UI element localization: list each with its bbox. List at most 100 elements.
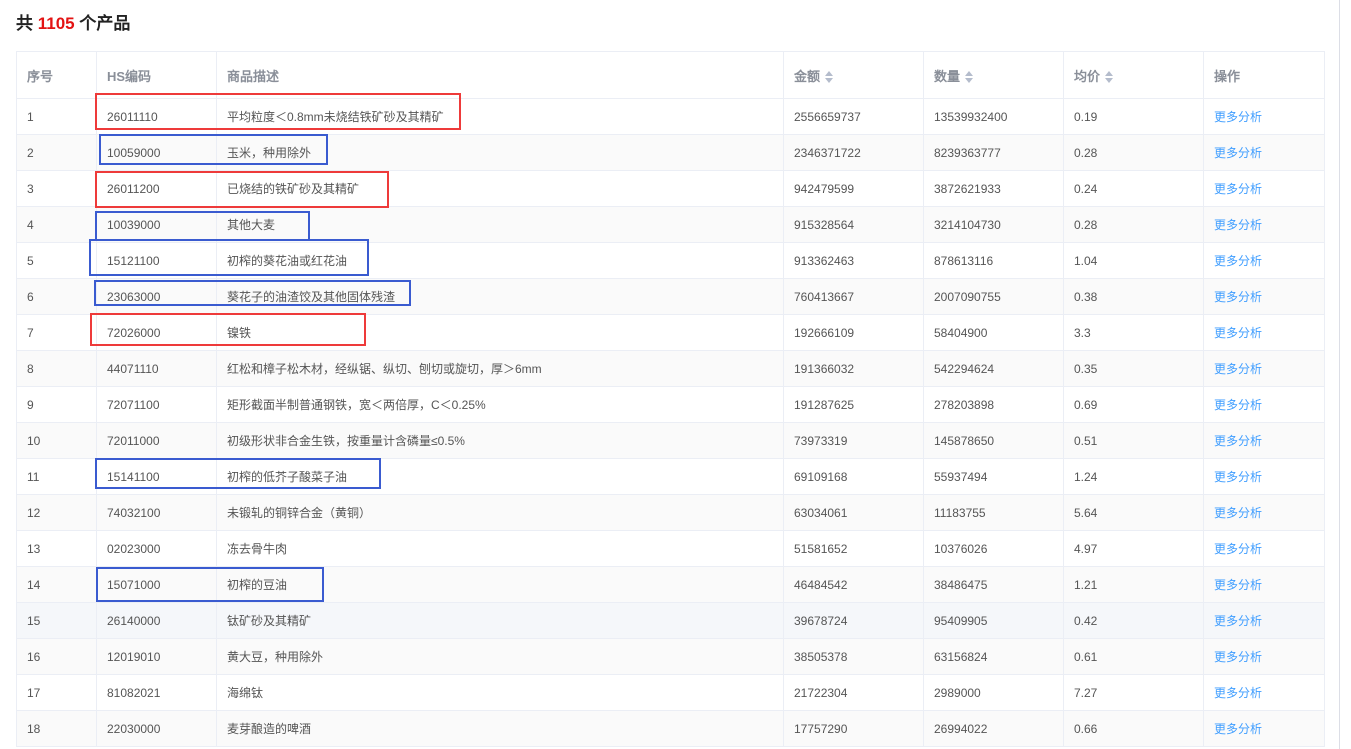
cell-amount: 63034061 [783, 494, 924, 531]
col-amount[interactable]: 金额 [783, 51, 924, 99]
cell-description: 麦芽酿造的啤酒 [216, 710, 784, 747]
cell-index: 8 [16, 350, 97, 387]
cell-index: 2 [16, 134, 97, 171]
cell-quantity: 11183755 [923, 494, 1064, 531]
cell-amount: 69109168 [783, 458, 924, 495]
table-row: 3 26011200 已烧结的铁矿砂及其精矿 942479599 3872621933 0… [16, 170, 1325, 207]
cell-hs-code: 44071110 [96, 350, 217, 387]
cell-amount: 39678724 [783, 602, 924, 639]
more-analysis-link[interactable]: 更多分析 [1214, 326, 1262, 340]
cell-index: 11 [16, 458, 97, 495]
more-analysis-link[interactable]: 更多分析 [1214, 218, 1262, 232]
col-action: 操作 [1203, 51, 1325, 99]
cell-quantity: 26994022 [923, 710, 1064, 747]
cell-hs-code: 26011200 [96, 170, 217, 207]
cell-action: 更多分析 [1203, 278, 1325, 315]
cell-action: 更多分析 [1203, 710, 1325, 747]
sort-icon[interactable] [825, 71, 834, 84]
cell-unit-price: 7.27 [1063, 674, 1204, 711]
cell-hs-code: 72026000 [96, 314, 217, 351]
cell-unit-price: 0.42 [1063, 602, 1204, 639]
cell-action: 更多分析 [1203, 494, 1325, 531]
more-analysis-link[interactable]: 更多分析 [1214, 254, 1262, 268]
cell-amount: 191366032 [783, 350, 924, 387]
cell-quantity: 145878650 [923, 422, 1064, 459]
col-hs-code: HS编码 [96, 51, 217, 99]
cell-amount: 21722304 [783, 674, 924, 711]
cell-unit-price: 0.24 [1063, 170, 1204, 207]
col-amount-label: 金额 [794, 68, 821, 84]
product-table: 序号 HS编码 商品描述 金额 数量 均价 操作 1 26011110 平均粒度＜0… [16, 51, 1325, 747]
cell-action: 更多分析 [1203, 386, 1325, 423]
more-analysis-link[interactable]: 更多分析 [1214, 434, 1262, 448]
table-header: 序号 HS编码 商品描述 金额 数量 均价 操作 [16, 51, 1325, 99]
cell-quantity: 3872621933 [923, 170, 1064, 207]
more-analysis-link[interactable]: 更多分析 [1214, 398, 1262, 412]
cell-quantity: 58404900 [923, 314, 1064, 351]
more-analysis-link[interactable]: 更多分析 [1214, 290, 1262, 304]
more-analysis-link[interactable]: 更多分析 [1214, 722, 1262, 736]
cell-action: 更多分析 [1203, 566, 1325, 603]
more-analysis-link[interactable]: 更多分析 [1214, 686, 1262, 700]
cell-unit-price: 5.64 [1063, 494, 1204, 531]
cell-index: 17 [16, 674, 97, 711]
more-analysis-link[interactable]: 更多分析 [1214, 614, 1262, 628]
cell-description: 未锻轧的铜锌合金（黄铜） [216, 494, 784, 531]
table-row: 10 72011000 初级形状非合金生铁，按重量计含磷量≤0.5% 73973319… [16, 422, 1325, 459]
cell-quantity: 13539932400 [923, 98, 1064, 135]
cell-hs-code: 12019010 [96, 638, 217, 675]
cell-hs-code: 22030000 [96, 710, 217, 747]
cell-action: 更多分析 [1203, 314, 1325, 351]
cell-description: 初榨的葵花油或红花油 [216, 242, 784, 279]
title-suffix: 个产品 [79, 14, 131, 33]
more-analysis-link[interactable]: 更多分析 [1214, 362, 1262, 376]
cell-unit-price: 0.51 [1063, 422, 1204, 459]
cell-unit-price: 0.38 [1063, 278, 1204, 315]
cell-hs-code: 15071000 [96, 566, 217, 603]
cell-action: 更多分析 [1203, 638, 1325, 675]
table-row: 4 10039000 其他大麦 915328564 3214104730 0.28 更多分析 [16, 206, 1325, 243]
table-row: 11 15141100 初榨的低芥子酸菜子油 69109168 55937494 1.24… [16, 458, 1325, 495]
cell-hs-code: 26011110 [96, 98, 217, 135]
more-analysis-link[interactable]: 更多分析 [1214, 578, 1262, 592]
cell-amount: 2346371722 [783, 134, 924, 171]
title-prefix: 共 [16, 14, 33, 33]
cell-index: 10 [16, 422, 97, 459]
sort-icon[interactable] [965, 71, 974, 84]
cell-unit-price: 0.35 [1063, 350, 1204, 387]
sort-icon[interactable] [1105, 71, 1114, 84]
more-analysis-link[interactable]: 更多分析 [1214, 506, 1262, 520]
cell-index: 9 [16, 386, 97, 423]
cell-hs-code: 81082021 [96, 674, 217, 711]
cell-index: 12 [16, 494, 97, 531]
table-row: 1 26011110 平均粒度＜0.8mm未烧结铁矿砂及其精矿 2556659737 1… [16, 98, 1325, 135]
cell-description: 初榨的豆油 [216, 566, 784, 603]
more-analysis-link[interactable]: 更多分析 [1214, 542, 1262, 556]
more-analysis-link[interactable]: 更多分析 [1214, 470, 1262, 484]
cell-quantity: 63156824 [923, 638, 1064, 675]
cell-index: 18 [16, 710, 97, 747]
cell-action: 更多分析 [1203, 674, 1325, 711]
col-quantity[interactable]: 数量 [923, 51, 1064, 99]
cell-amount: 760413667 [783, 278, 924, 315]
cell-amount: 915328564 [783, 206, 924, 243]
table-row: 7 72026000 镍铁 192666109 58404900 3.3 更多分析 [16, 314, 1325, 351]
cell-description: 黄大豆，种用除外 [216, 638, 784, 675]
cell-hs-code: 26140000 [96, 602, 217, 639]
cell-quantity: 55937494 [923, 458, 1064, 495]
scroll-divider [1339, 0, 1340, 749]
more-analysis-link[interactable]: 更多分析 [1214, 110, 1262, 124]
cell-description: 矩形截面半制普通钢铁，宽＜两倍厚，C＜0.25% [216, 386, 784, 423]
more-analysis-link[interactable]: 更多分析 [1214, 182, 1262, 196]
col-unit-price[interactable]: 均价 [1063, 51, 1204, 99]
cell-quantity: 95409905 [923, 602, 1064, 639]
col-unit-price-label: 均价 [1074, 68, 1101, 84]
cell-amount: 73973319 [783, 422, 924, 459]
cell-action: 更多分析 [1203, 602, 1325, 639]
more-analysis-link[interactable]: 更多分析 [1214, 650, 1262, 664]
table-row: 5 15121100 初榨的葵花油或红花油 913362463 878613116 1.0… [16, 242, 1325, 279]
cell-unit-price: 4.97 [1063, 530, 1204, 567]
cell-action: 更多分析 [1203, 530, 1325, 567]
more-analysis-link[interactable]: 更多分析 [1214, 146, 1262, 160]
cell-hs-code: 72011000 [96, 422, 217, 459]
